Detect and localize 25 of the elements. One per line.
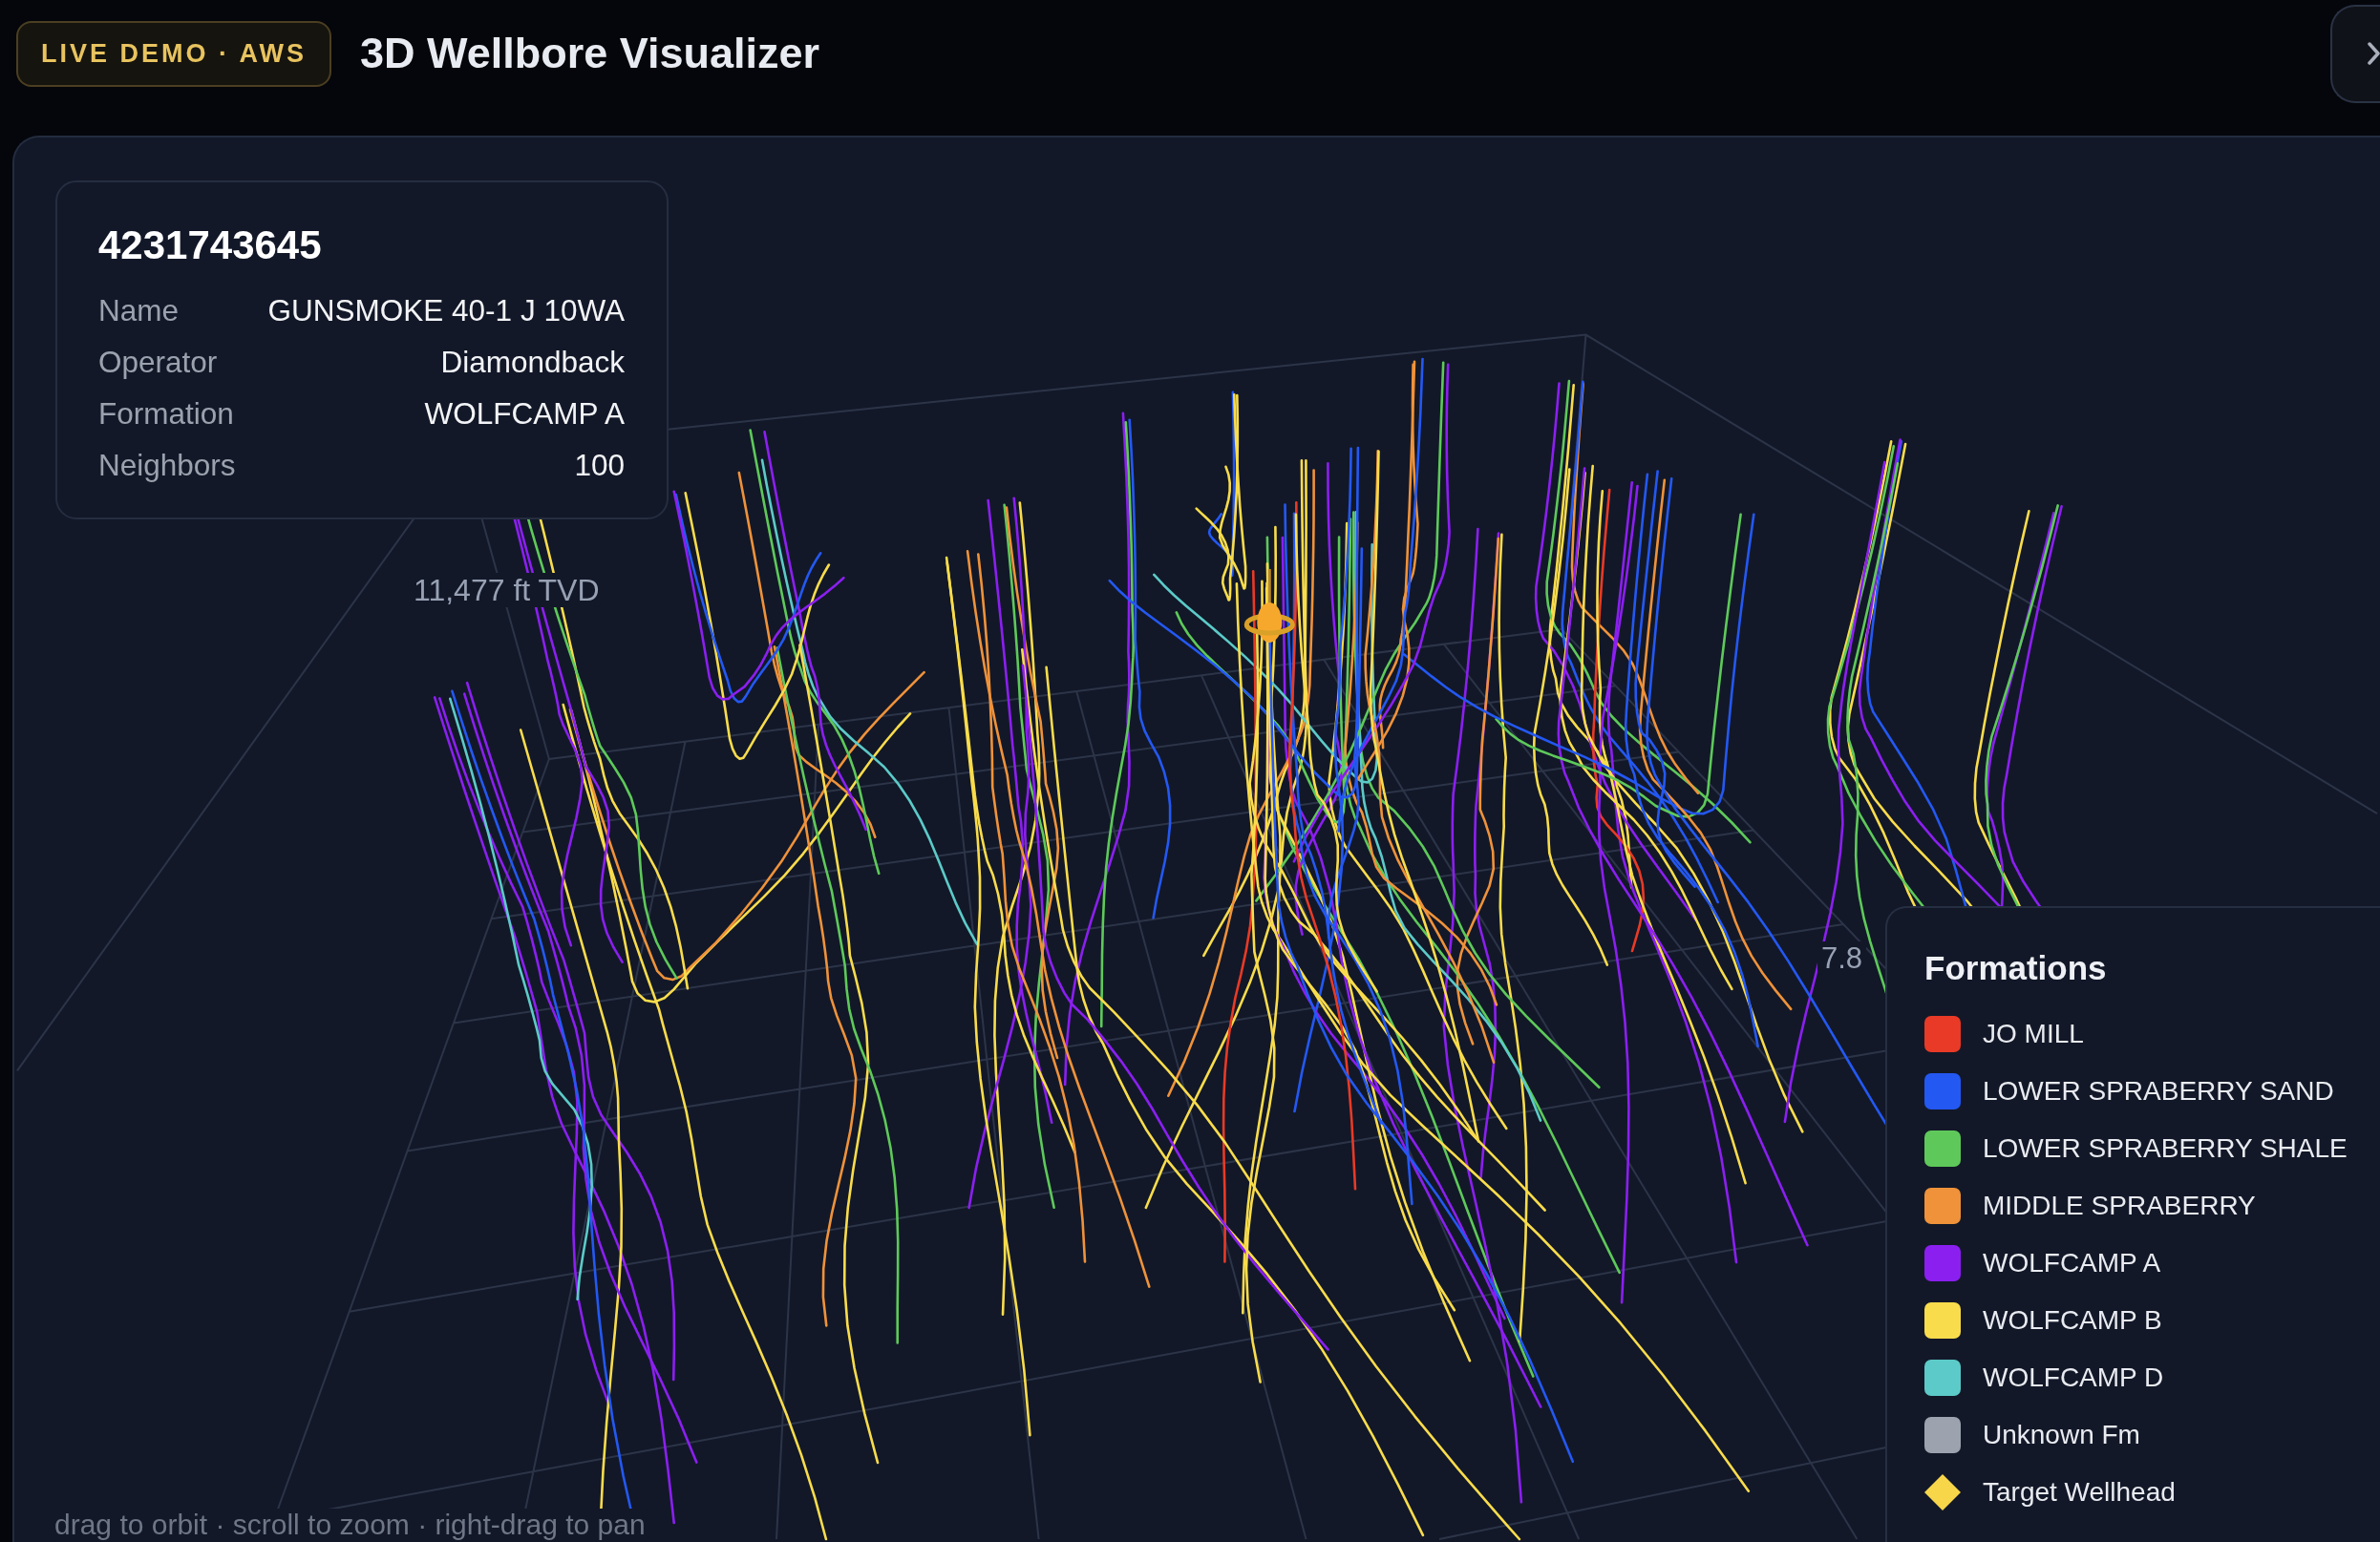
field-value: Diamondback [440,344,625,381]
legend-label: LOWER SPRABERRY SHALE [1983,1133,2348,1164]
field-value: WOLFCAMP A [424,395,625,433]
card-title: 4231743645 [98,222,323,269]
legend-label: WOLFCAMP B [1983,1305,2162,1336]
field-label: Neighbors [98,447,236,484]
legend-label: JO MILL [1983,1019,2084,1049]
app-title: 3D Wellbore Visualizer [360,28,820,79]
field-value: GUNSMOKE 40-1 J 10WA [267,292,625,329]
demo-badge: LIVE DEMO · AWS [16,20,331,87]
field-label: Name [98,292,180,329]
legend-title: Formations [1924,948,2108,988]
legend-label: Unknown Fm [1983,1420,2140,1450]
field-label: Formation [98,395,234,433]
legend-label: MIDDLE SPRABERRY [1983,1191,2256,1221]
axis-value-label: 7.8 [1817,941,1867,975]
legend-label: WOLFCAMP A [1983,1248,2161,1278]
field-label: Operator [98,344,218,381]
field-value: 100 [574,447,625,484]
legend-label: LOWER SPRABERRY SAND [1983,1076,2334,1107]
legend-label: WOLFCAMP D [1983,1362,2164,1393]
collapse-button[interactable] [2330,4,2380,103]
chevron-right-icon [2368,42,2380,65]
wellhead-marker-icon [1243,568,1295,643]
legend-label: Target Wellhead [1983,1477,2176,1508]
